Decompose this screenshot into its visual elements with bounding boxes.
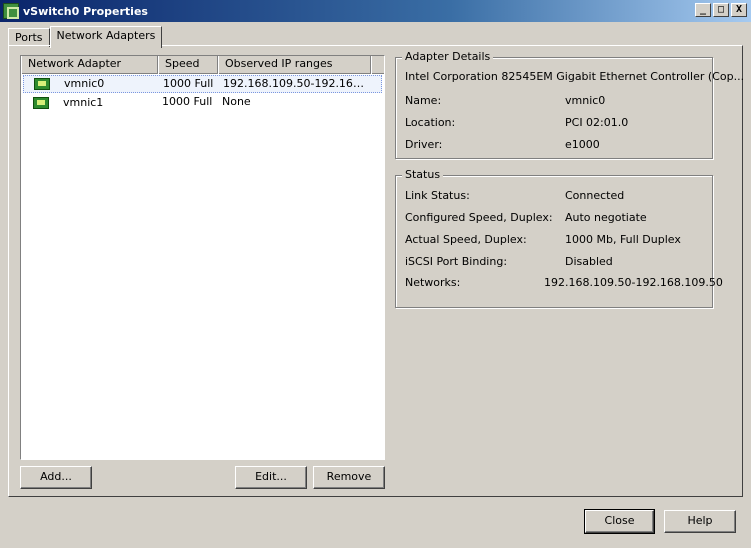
link-status-label: Link Status: [405,189,470,202]
adapter-speed: 1000 Full [162,95,213,108]
adapter-name: vmnic0 [64,77,105,90]
status-legend: Status [402,168,444,181]
minimize-button[interactable]: _ [695,3,711,17]
window-title: vSwitch0 Properties [23,4,148,18]
status-group: Status Link Status: Connected Configured… [395,168,723,308]
iscsi-binding-label: iSCSI Port Binding: [405,255,508,268]
location-label: Location: [405,116,456,129]
remove-button[interactable]: Remove [313,466,385,489]
column-header-speed[interactable]: Speed [158,56,218,74]
title-bar[interactable]: vSwitch0 Properties _ □ X [0,0,751,22]
network-card-icon [34,78,50,90]
vswitch-icon [3,3,19,19]
link-status-value: Connected [565,189,625,202]
adapter-description: Intel Corporation 82545EM Gigabit Ethern… [405,70,745,83]
adapter-ip-range: None [222,95,251,108]
column-header-filler [371,56,384,74]
help-button[interactable]: Help [664,510,736,533]
column-header-network-adapter[interactable]: Network Adapter [21,56,158,74]
location-value: PCI 02:01.0 [565,116,629,129]
edit-button[interactable]: Edit... [235,466,307,489]
add-button[interactable]: Add... [20,466,92,489]
iscsi-binding-value: Disabled [565,255,613,268]
driver-label: Driver: [405,138,443,151]
configured-speed-label: Configured Speed, Duplex: [405,211,553,224]
name-value: vmnic0 [565,94,606,107]
table-header: Network Adapter Speed Observed IP ranges [21,56,384,74]
actual-speed-value: 1000 Mb, Full Duplex [565,233,681,246]
adapter-list[interactable]: Network Adapter Speed Observed IP ranges… [20,55,385,460]
tab-network-adapters[interactable]: Network Adapters [49,26,163,48]
adapter-details-legend: Adapter Details [402,50,494,63]
actual-speed-label: Actual Speed, Duplex: [405,233,527,246]
driver-value: e1000 [565,138,600,151]
configured-speed-value: Auto negotiate [565,211,647,224]
networks-label: Networks: [405,276,461,289]
column-header-observed-ip[interactable]: Observed IP ranges [218,56,371,74]
close-button[interactable]: Close [584,509,655,534]
tab-strip: Ports Network Adapters [8,26,163,48]
adapter-details-group: Adapter Details Intel Corporation 82545E… [395,50,744,159]
window-controls: _ □ X [693,3,747,17]
adapter-speed: 1000 Full [163,77,214,90]
network-card-icon [33,97,49,109]
table-row[interactable]: vmnic1 1000 Full None [23,94,382,112]
networks-value: 192.168.109.50-192.168.109.50 [544,276,723,289]
table-row[interactable]: vmnic0 1000 Full 192.168.109.50-192.168.… [23,75,382,93]
adapter-ip-range: 192.168.109.50-192.168.1... [223,77,369,90]
close-window-button[interactable]: X [731,3,747,17]
name-label: Name: [405,94,442,107]
adapter-name: vmnic1 [63,96,104,109]
maximize-button[interactable]: □ [713,3,729,17]
